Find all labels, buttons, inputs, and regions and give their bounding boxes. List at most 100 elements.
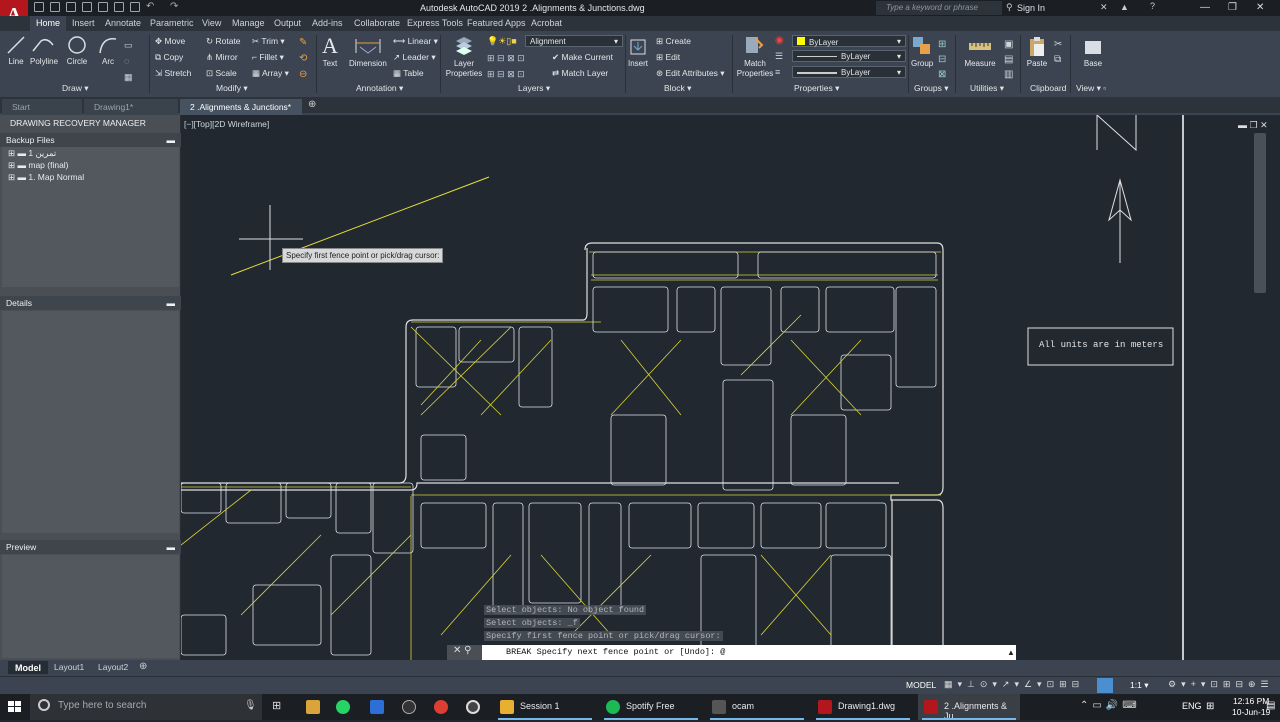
tab-add-ins[interactable]: Add-ins [312,18,343,28]
exchange-icon[interactable]: ✕ [1100,2,1108,13]
create-block-button[interactable]: ⊞ Create [656,36,691,47]
navigation-bar[interactable] [1254,133,1266,293]
tab-featured-apps[interactable]: Featured Apps [467,18,526,28]
groups-panel-title[interactable]: Groups ▾ [914,83,949,94]
base-tool[interactable]: Base [1082,35,1104,68]
outlook-icon[interactable] [370,700,384,714]
fillet-button[interactable]: ⌐ Fillet ▾ [252,52,284,63]
paste-tool[interactable]: Paste [1026,35,1048,68]
move-button[interactable]: ✥ Move [155,36,185,47]
drawing-viewport[interactable] [181,115,1182,662]
doc-tab-alignments[interactable]: 2 .Alignments & Junctions* [180,99,302,115]
lineweight-dropdown[interactable]: ByLayer ▾ [792,66,906,78]
backup-files-header[interactable]: Backup Files ▬ [0,133,181,147]
linear-button[interactable]: ⟷ Linear ▾ [393,36,438,47]
linetype-dropdown[interactable]: ByLayer ▾ [792,50,906,62]
group-small-icons[interactable]: ⊞ ⊟ ⊠ [938,37,946,82]
leader-button[interactable]: ↗ Leader ▾ [393,52,436,63]
table-button[interactable]: ▦ Table [393,68,424,79]
insert-tool[interactable]: Insert [628,37,648,68]
search-input[interactable]: Type a keyword or phrase [876,1,1002,15]
trim-button[interactable]: ✂ Trim ▾ [252,36,285,47]
array-button[interactable]: ▦ Array ▾ [252,68,289,79]
binoculars-icon[interactable]: ⚲ [1006,2,1013,13]
tab-manage[interactable]: Manage [232,18,265,28]
scale-button[interactable]: ⊡ Scale [206,68,237,79]
clipboard-small-icons[interactable]: ✂ ⧉ [1054,37,1062,67]
clipboard-panel-title[interactable]: Clipboard [1030,83,1066,93]
file-explorer-icon[interactable] [306,700,320,714]
utilities-panel-title[interactable]: Utilities ▾ [970,83,1004,94]
restore-icon[interactable]: ❐ [1228,2,1237,13]
layer-dropdown[interactable]: Alignment ▾ [525,35,623,47]
draw-small-icons[interactable]: ▭ ◌ ▦ [124,37,133,85]
customize-icon[interactable]: ⚲ [464,645,471,656]
layer-tools-icons[interactable]: ⊞ ⊟ ⊠ ⊡ [487,53,525,64]
ime-icon[interactable]: ⊞ [1206,701,1214,712]
new-icon[interactable] [34,2,44,12]
annotation-visibility-icon[interactable] [1097,678,1113,693]
plot-icon[interactable] [114,2,124,12]
tab-home[interactable]: Home [30,16,67,31]
doc-tab-drawing1[interactable]: Drawing1* [84,99,178,115]
taskbar-search[interactable]: Type here to search [30,694,262,720]
color-wheel-icon[interactable]: ◉ [775,35,784,46]
measure-tool[interactable]: Measure [962,35,998,68]
mirror-button[interactable]: ⋔ Mirror [206,52,238,63]
match-properties-tool[interactable]: Match Properties [735,33,773,79]
polyline-tool[interactable]: Polyline [30,35,58,66]
microphone-icon[interactable]: 🎙 [244,700,257,711]
tab-collaborate[interactable]: Collaborate [354,18,400,28]
layer-state-icons[interactable]: 💡☀▯■ [487,36,517,47]
windows-start-button[interactable] [0,694,30,720]
help-icon[interactable]: ? [1150,1,1155,11]
layers-panel-title[interactable]: Layers ▾ [518,83,550,94]
view-panel-title[interactable]: View ▾ ▫ [1076,83,1106,94]
chrome-icon[interactable] [434,700,448,714]
open-icon[interactable] [50,2,60,12]
tab-insert[interactable]: Insert [72,18,95,28]
input-language[interactable]: ENG [1182,701,1202,711]
system-tray-icons[interactable]: ⌃▭🔊⌨ [1080,700,1141,711]
print-icon[interactable] [130,2,140,12]
tab-express-tools[interactable]: Express Tools [407,18,463,28]
details-header[interactable]: Details ▬ [0,296,181,310]
block-panel-title[interactable]: Block ▾ [664,83,691,94]
clock[interactable]: 12:16 PM 10-Jun-19 [1232,696,1270,718]
command-history-toggle-icon[interactable]: ▲ [1007,648,1015,657]
tab-view[interactable]: View [202,18,221,28]
drafting-toggles[interactable]: ▦▾⊥⊙▾↗▾∠▾⊡⊞⊟ [944,679,1084,690]
list-item[interactable]: ⊞ ▬ تمرين 1 [8,148,56,159]
preview-header[interactable]: Preview ▬ [0,540,181,554]
save-icon[interactable] [66,2,76,12]
properties-panel-title[interactable]: Properties ▾ [794,83,839,94]
draw-panel-title[interactable]: Draw ▾ [62,83,88,94]
edit-block-button[interactable]: ⊞ Edit [656,52,680,63]
app-icon[interactable] [402,700,416,714]
copy-button[interactable]: ⧉ Copy [155,52,183,63]
minimize-icon[interactable]: — [1200,2,1210,13]
circle-tool[interactable]: Circle [66,35,88,66]
utilities-small-icons[interactable]: ▣ ▤ ▥ [1004,37,1013,82]
whatsapp-icon[interactable] [336,700,350,714]
make-current-button[interactable]: ✔ Make Current [552,52,613,63]
close-command-icon[interactable]: ✕ [453,645,461,656]
tab-model[interactable]: Model [8,661,48,674]
task-view-icon[interactable]: ⊞ [272,699,281,712]
command-line-input[interactable]: BREAK Specify next fence point or [Undo]… [482,645,1016,660]
tab-layout2[interactable]: Layout2 [98,662,128,672]
notifications-icon[interactable]: ▤ [1266,700,1275,711]
redo-icon[interactable]: ↷ [170,1,178,12]
tab-output[interactable]: Output [274,18,301,28]
doc-tab-start[interactable]: Start [2,99,82,115]
arc-tool[interactable]: Arc [98,35,118,66]
sign-in-button[interactable]: Sign In [1017,3,1045,13]
annotation-scale[interactable]: 1:1 ▾ [1130,680,1148,691]
add-layout-icon[interactable]: ⊕ [139,661,147,672]
tab-parametric[interactable]: Parametric [150,18,194,28]
web-mobile-icon[interactable] [98,2,108,12]
list-item[interactable]: ⊞ ▬ map (final) [8,160,69,171]
undo-icon[interactable]: ↶ [146,1,154,12]
rotate-button[interactable]: ↻ Rotate [206,36,241,47]
new-tab-icon[interactable]: ⊕ [308,99,316,110]
